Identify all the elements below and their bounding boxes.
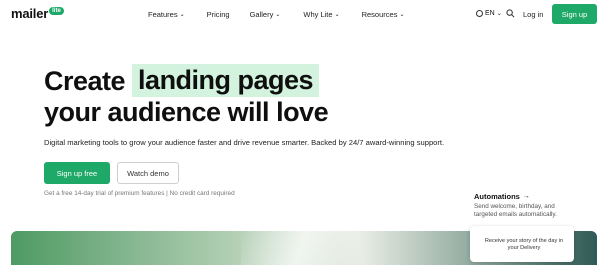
top-nav: mailer lite Features ⌄ Pricing Gallery ⌄… bbox=[0, 0, 602, 30]
nav-item-label: Gallery bbox=[249, 10, 274, 19]
nav-item-label: Pricing bbox=[206, 10, 230, 19]
automations-description: Send welcome, birthday, and targeted ema… bbox=[474, 203, 557, 218]
panel-light-streak bbox=[241, 231, 361, 265]
chevron-down-icon: ⌄ bbox=[334, 12, 340, 18]
language-label: EN bbox=[485, 10, 495, 17]
language-selector[interactable]: EN ⌄ bbox=[476, 10, 502, 17]
nav-item-resources[interactable]: Resources ⌄ bbox=[362, 10, 405, 19]
nav-item-label: Features bbox=[148, 10, 178, 19]
chevron-down-icon: ⌄ bbox=[399, 12, 405, 18]
trial-fine-print: Get a free 14-day trial of premium featu… bbox=[44, 190, 235, 197]
nav-links: Features ⌄ Pricing Gallery ⌄ Why Lite ⌄ … bbox=[148, 10, 404, 19]
headline-prefix: Create bbox=[44, 65, 126, 96]
search-icon[interactable] bbox=[506, 9, 515, 18]
logo-word: mailer bbox=[11, 6, 49, 21]
automations-title: Automations bbox=[474, 192, 520, 201]
hero-headline-line1: Create landing pages bbox=[44, 64, 320, 97]
nav-item-why-lite[interactable]: Why Lite ⌄ bbox=[303, 10, 339, 19]
signup-free-button[interactable]: Sign up free bbox=[44, 162, 110, 184]
headline-highlight: landing pages bbox=[132, 64, 320, 97]
logo[interactable]: mailer lite bbox=[11, 6, 64, 21]
nav-item-gallery[interactable]: Gallery ⌄ bbox=[250, 10, 281, 19]
arrow-right-icon: → bbox=[522, 193, 530, 200]
chevron-down-icon: ⌄ bbox=[496, 11, 502, 17]
hero-subtitle: Digital marketing tools to grow your aud… bbox=[44, 138, 445, 147]
hero-headline-line2: your audience will love bbox=[44, 97, 329, 127]
nav-signup-button[interactable]: Sign up bbox=[552, 4, 597, 24]
globe-icon bbox=[476, 10, 483, 17]
chevron-down-icon: ⌄ bbox=[275, 12, 281, 18]
logo-badge: lite bbox=[49, 6, 64, 15]
card-text: Receive your story of the day in your De… bbox=[484, 238, 564, 251]
login-link[interactable]: Log in bbox=[523, 10, 543, 19]
nav-item-label: Resources bbox=[361, 10, 398, 19]
nav-item-pricing[interactable]: Pricing bbox=[207, 10, 230, 19]
watch-demo-button[interactable]: Watch demo bbox=[117, 162, 179, 184]
automations-link[interactable]: Automations → bbox=[474, 192, 530, 201]
nav-item-label: Why Lite bbox=[303, 10, 333, 19]
nav-item-features[interactable]: Features ⌄ bbox=[148, 10, 185, 19]
floating-email-card: Receive your story of the day in your De… bbox=[470, 226, 574, 262]
chevron-down-icon: ⌄ bbox=[179, 12, 185, 18]
